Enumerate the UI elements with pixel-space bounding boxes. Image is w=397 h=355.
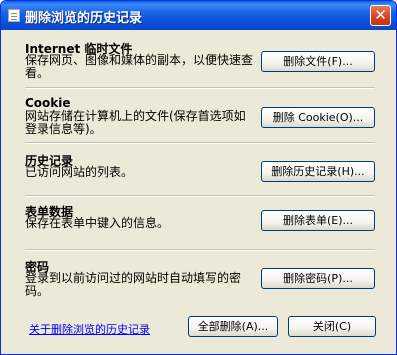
delete-passwords-button[interactable]: 删除密码(P)...	[261, 268, 375, 289]
delete-forms-button[interactable]: 删除表单(E)...	[261, 210, 375, 231]
delete-browsing-history-dialog: 删除浏览的历史记录 ✕ Internet 临时文件 保存网页、图像和媒体的副本，…	[0, 0, 397, 355]
close-icon[interactable]: ✕	[370, 5, 391, 26]
section-title: Cookie	[25, 96, 71, 110]
delete-history-button[interactable]: 删除历史记录(H)...	[261, 161, 375, 182]
delete-files-button[interactable]: 删除文件(F)...	[261, 51, 375, 72]
window-icon	[8, 9, 20, 22]
section-description: 网站存储在计算机上的文件(保存首选项如登录信息等)。	[25, 109, 246, 136]
section-description: 登录到以前访问过的网站时自动填写的密码。	[25, 271, 242, 298]
title-bar[interactable]: 删除浏览的历史记录 ✕	[1, 1, 396, 30]
section-description: 保存网页、图像和媒体的副本，以便快速查看。	[25, 53, 254, 80]
divider	[25, 142, 375, 144]
divider	[25, 195, 375, 197]
divider	[25, 249, 375, 251]
section-description: 已访问网站的列表。	[25, 165, 134, 179]
delete-all-button[interactable]: 全部删除(A)...	[188, 316, 278, 337]
delete-cookies-button[interactable]: 删除 Cookie(O)...	[261, 107, 375, 128]
close-button[interactable]: 关闭(C)	[288, 316, 376, 337]
dialog-title: 删除浏览的历史记录	[25, 11, 143, 26]
divider	[25, 87, 375, 89]
about-delete-history-link[interactable]: 关于删除浏览的历史记录	[29, 321, 150, 337]
section-description: 保存在表单中键入的信息。	[25, 216, 170, 230]
